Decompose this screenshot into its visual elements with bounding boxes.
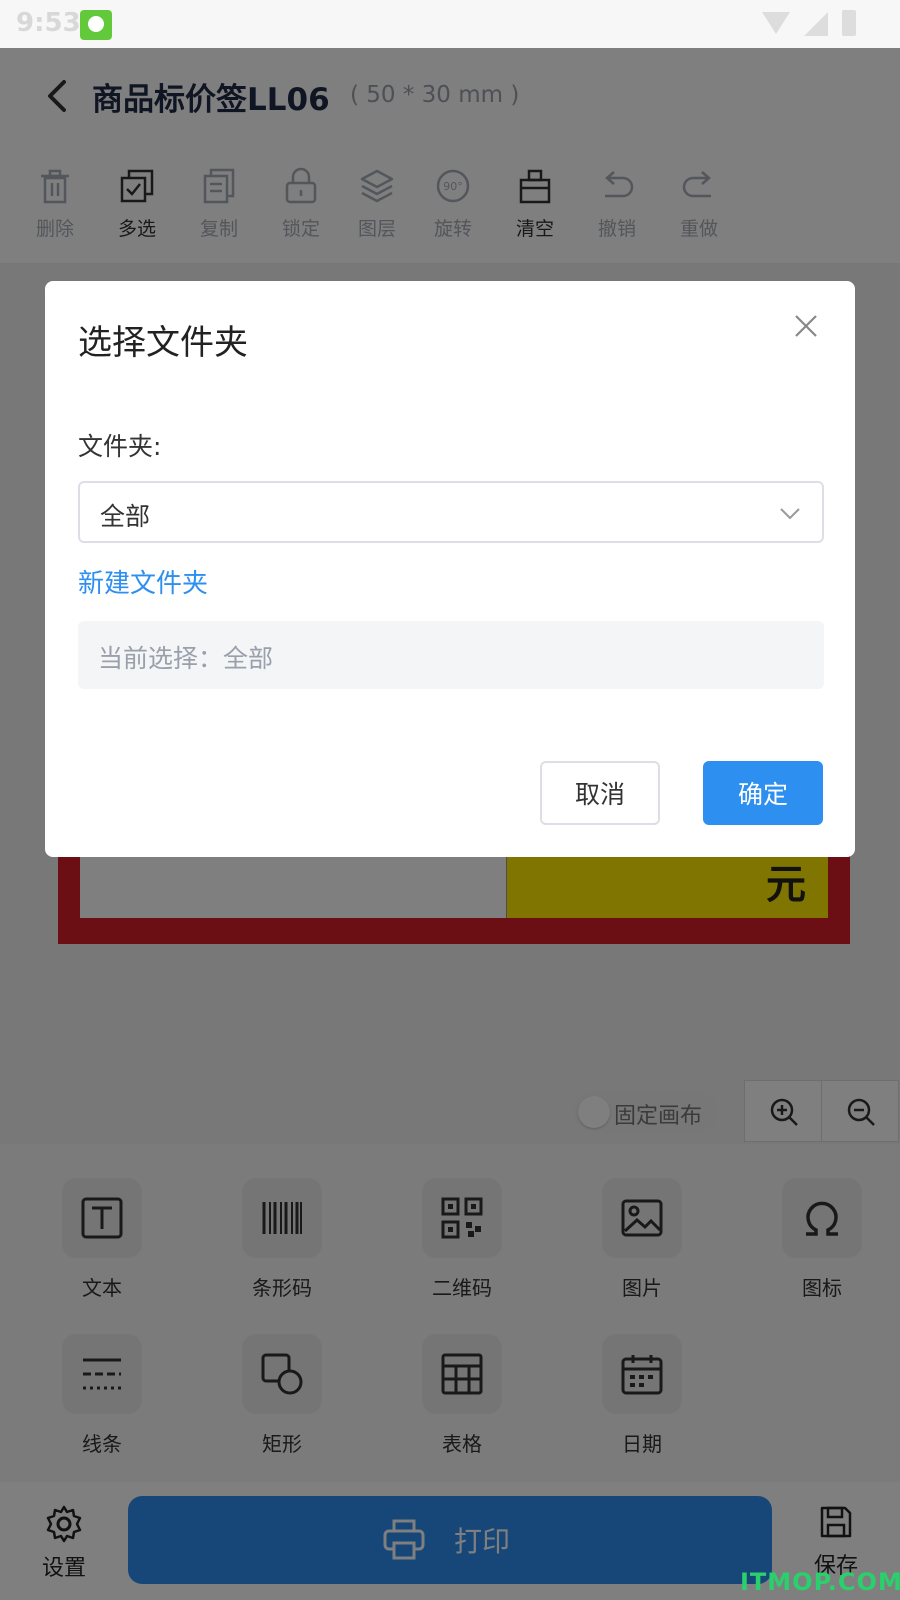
- battery-icon: [842, 10, 856, 36]
- signal-icon: [804, 12, 828, 36]
- new-folder-link[interactable]: 新建文件夹: [78, 563, 208, 600]
- wifi-icon: [762, 12, 790, 34]
- status-bar: 9:53: [0, 0, 900, 48]
- watermark: ITMOP.COM: [740, 1568, 900, 1596]
- folder-label: 文件夹:: [78, 432, 162, 461]
- select-folder-dialog: 选择文件夹 文件夹: 全部 新建文件夹 当前选择：全部 取消 确定: [45, 281, 855, 857]
- chevron-down-icon: [780, 508, 800, 520]
- status-time: 9:53: [16, 8, 81, 38]
- app-notification-icon: [80, 10, 112, 40]
- current-selection-text: 当前选择：全部: [98, 644, 274, 673]
- cancel-button[interactable]: 取消: [540, 761, 660, 825]
- close-icon[interactable]: [793, 313, 819, 339]
- confirm-button[interactable]: 确定: [703, 761, 823, 825]
- folder-select-value: 全部: [100, 502, 151, 531]
- current-selection: 当前选择：全部: [78, 621, 824, 689]
- folder-select[interactable]: 全部: [78, 481, 824, 543]
- dialog-title: 选择文件夹: [78, 323, 248, 363]
